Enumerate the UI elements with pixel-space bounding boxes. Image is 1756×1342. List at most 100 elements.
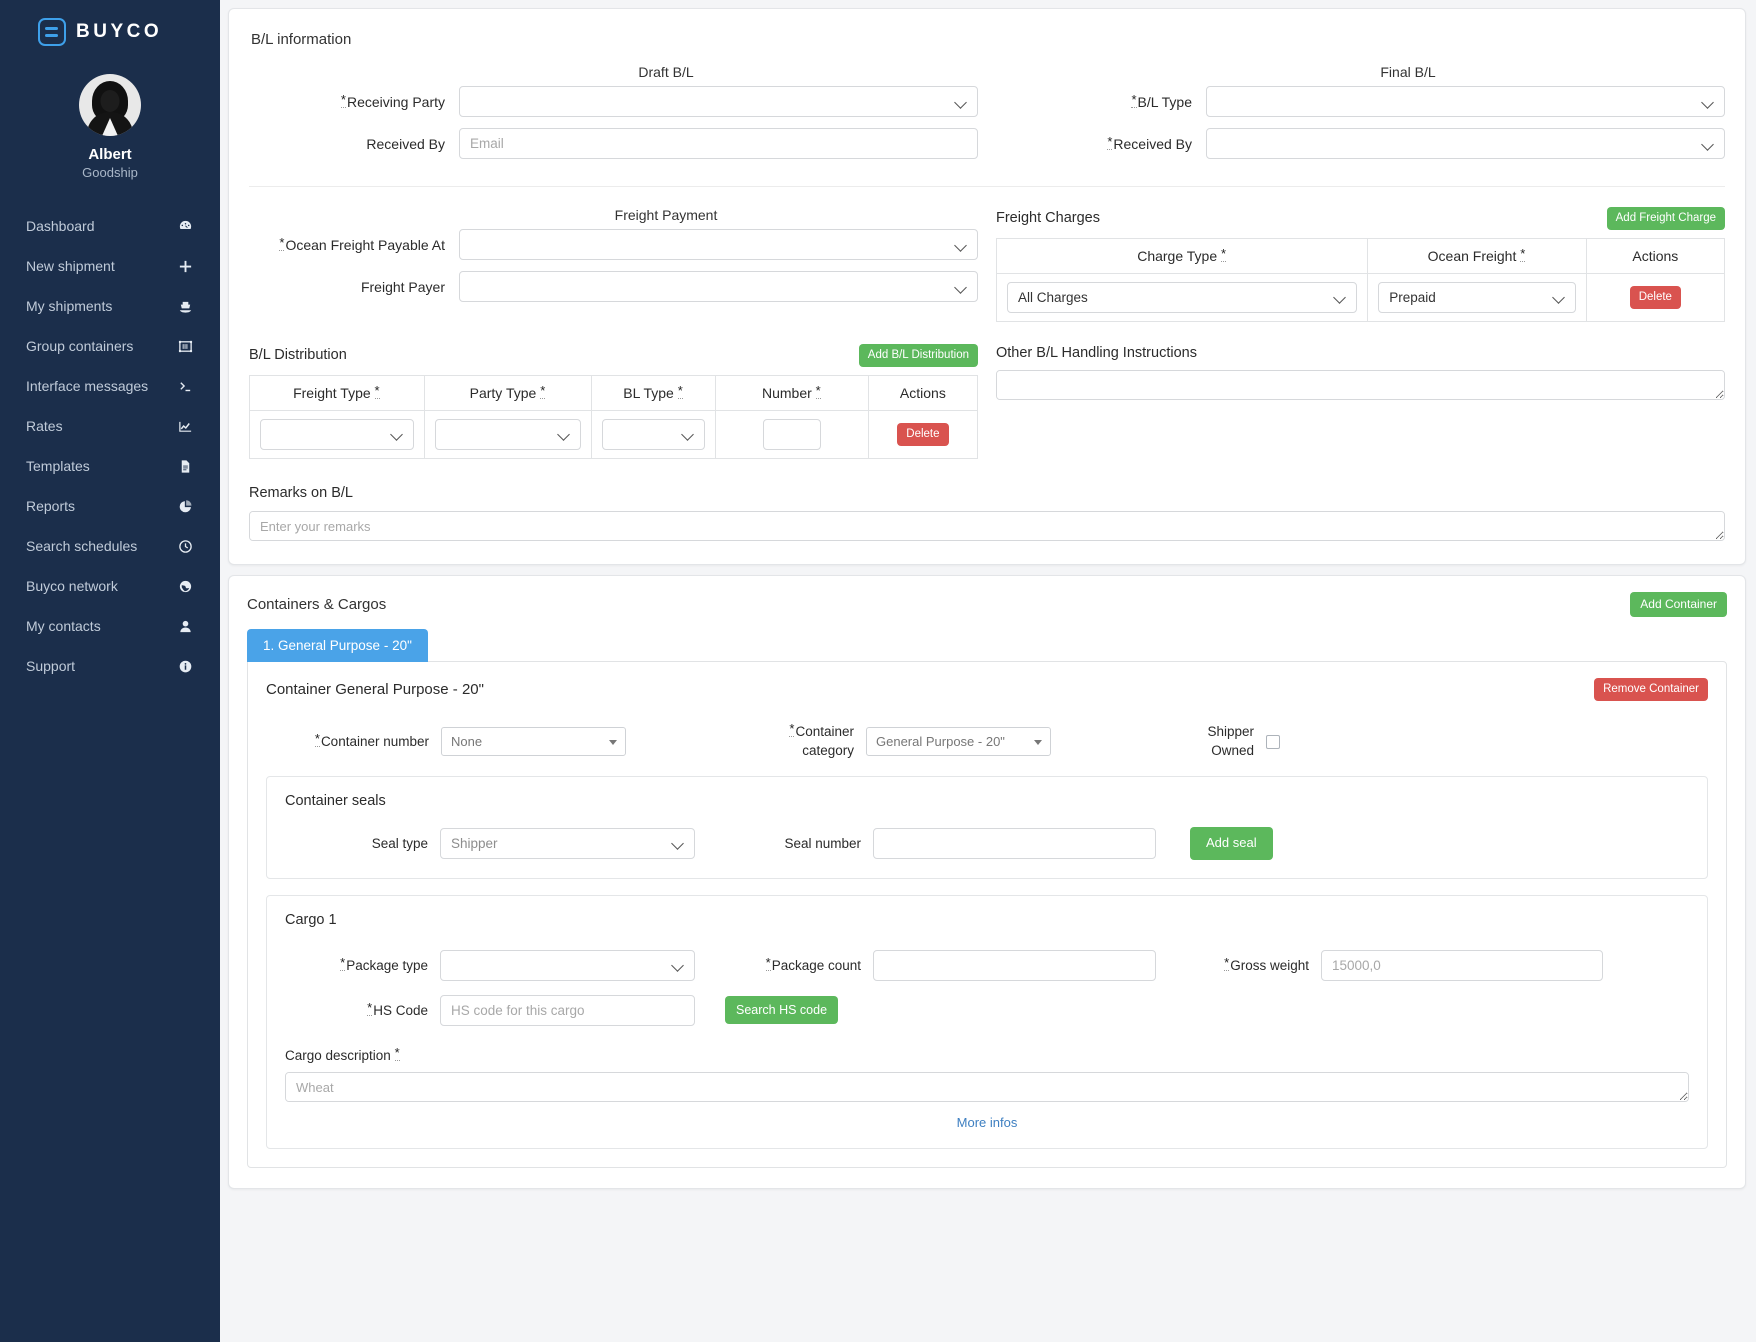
sidebar-item-label: Support [26, 658, 76, 674]
user-org: Goodship [82, 165, 138, 180]
ship-icon [176, 299, 194, 314]
add-bl-distribution-button[interactable]: Add B/L Distribution [858, 343, 978, 367]
ocean-freight-payable-select[interactable] [459, 229, 978, 260]
sidebar-item-support[interactable]: Support [0, 646, 220, 686]
sidebar-item-group-containers[interactable]: Group containers [0, 326, 220, 366]
hs-code-input[interactable] [440, 994, 695, 1026]
sidebar-item-label: Templates [26, 458, 90, 474]
receiving-party-select[interactable] [459, 86, 978, 117]
container-number-select[interactable]: None [441, 727, 626, 757]
tab-container-1[interactable]: 1. General Purpose - 20" [247, 629, 428, 663]
sidebar-item-rates[interactable]: Rates [0, 406, 220, 446]
sidebar-item-label: Rates [26, 418, 63, 434]
user-icon [176, 619, 194, 634]
container-category-select[interactable]: General Purpose - 20" [866, 727, 1051, 757]
document-icon [176, 459, 194, 474]
cell-actions: Delete [1585, 272, 1726, 322]
sidebar-item-new-shipment[interactable]: New shipment [0, 246, 220, 286]
sidebar-item-reports[interactable]: Reports [0, 486, 220, 526]
bl-distribution-table: Freight Type * Party Type * BL Type * Nu… [249, 374, 979, 459]
package-count-group: *Package count [763, 949, 1156, 981]
bl-type-row: *B/L Type [996, 86, 1725, 117]
required-marker: * [1107, 133, 1113, 150]
remarks-textarea[interactable] [249, 510, 1725, 541]
final-bl-column: Final B/L *B/L Type *Received By [996, 48, 1725, 170]
sidebar-item-templates[interactable]: Templates [0, 446, 220, 486]
freight-type-select[interactable] [260, 418, 414, 450]
sidebar-item-label: My shipments [26, 298, 113, 314]
shipper-owned-label: Shipper Owned [1207, 724, 1254, 758]
required-marker: * [1131, 91, 1137, 108]
remove-container-button[interactable]: Remove Container [1594, 678, 1708, 702]
draft-bl-heading: Draft B/L [638, 64, 694, 80]
sidebar-item-label: Search schedules [26, 538, 138, 554]
cargo-description-textarea[interactable] [285, 1071, 1689, 1102]
shipper-owned-checkbox[interactable] [1266, 734, 1280, 749]
required-marker: * [540, 382, 546, 399]
sidebar-item-my-contacts[interactable]: My contacts [0, 606, 220, 646]
cargo-description-group: Cargo description * [285, 1044, 1689, 1105]
other-handling-column: Other B/L Handling Instructions [996, 344, 1725, 459]
freight-charges-table: Charge Type * Ocean Freight * Actions Al… [995, 237, 1726, 322]
add-seal-button[interactable]: Add seal [1190, 826, 1273, 860]
search-hs-code-button[interactable]: Search HS code [725, 996, 839, 1025]
party-type-select[interactable] [434, 418, 582, 450]
sidebar-item-dashboard[interactable]: Dashboard [0, 206, 220, 246]
col-actions: Actions [867, 374, 979, 411]
avatar [79, 74, 141, 136]
app-root: BUYCO Albert Goodship Dashboard New ship… [0, 0, 1756, 1342]
required-marker: * [340, 954, 346, 971]
table-header-row: Freight Type * Party Type * BL Type * Nu… [249, 374, 979, 411]
remarks-section: Remarks on B/L [249, 485, 1725, 544]
container-tabs: 1. General Purpose - 20" [247, 629, 1727, 663]
bl-type-label: *B/L Type [1131, 91, 1192, 110]
required-marker: * [279, 234, 285, 251]
required-marker: * [314, 731, 320, 748]
chart-line-icon [176, 419, 194, 434]
brand-logo[interactable]: BUYCO [0, 0, 220, 46]
freight-payer-select[interactable] [459, 271, 978, 302]
add-container-button[interactable]: Add Container [1630, 591, 1727, 618]
package-type-select[interactable] [440, 949, 695, 981]
freight-payer-label: Freight Payer [360, 278, 445, 295]
col-charge-type: Charge Type * [995, 237, 1369, 274]
package-count-input[interactable] [873, 949, 1156, 981]
sidebar-item-label: Reports [26, 498, 76, 514]
sidebar-nav: Dashboard New shipment My shipments Grou… [0, 206, 220, 686]
sidebar-item-buyco-network[interactable]: Buyco network [0, 566, 220, 606]
package-count-label: *Package count [765, 954, 861, 973]
more-infos-link[interactable]: More infos [285, 1115, 1689, 1130]
sidebar-item-interface-messages[interactable]: Interface messages [0, 366, 220, 406]
cell-party-type [423, 409, 593, 459]
bl-type-distribution-select[interactable] [602, 418, 705, 450]
ocean-freight-select[interactable]: Prepaid [1378, 281, 1576, 313]
seal-number-input[interactable] [873, 827, 1156, 859]
seal-type-select[interactable]: Shipper [440, 827, 695, 859]
clock-icon [176, 539, 194, 554]
sidebar-item-search-schedules[interactable]: Search schedules [0, 526, 220, 566]
add-freight-charge-button[interactable]: Add Freight Charge [1606, 207, 1725, 230]
other-handling-textarea[interactable] [996, 369, 1725, 400]
sidebar-item-label: Interface messages [26, 378, 149, 394]
cell-number [714, 409, 869, 459]
charge-type-select[interactable]: All Charges [1007, 281, 1358, 313]
sidebar-item-my-shipments[interactable]: My shipments [0, 286, 220, 326]
cell-actions: Delete [867, 409, 979, 459]
final-received-by-select[interactable] [1206, 128, 1725, 159]
page-title: B/L information [251, 31, 352, 48]
containers-cargos-title: Containers & Cargos [247, 596, 387, 614]
required-marker: * [1224, 954, 1230, 971]
brand-name: BUYCO [76, 21, 163, 42]
freight-charges-heading: Freight Charges [996, 210, 1100, 227]
sidebar-item-label: Group containers [26, 338, 134, 354]
delete-bl-distribution-button[interactable]: Delete [897, 422, 949, 446]
table-row: Delete [249, 409, 979, 459]
required-marker: * [1520, 245, 1526, 262]
draft-received-by-input[interactable] [459, 128, 978, 159]
distribution-number-input[interactable] [762, 418, 821, 450]
gross-weight-input[interactable] [1321, 949, 1603, 981]
bl-type-select[interactable] [1206, 86, 1725, 117]
draft-received-by-row: Received By [249, 128, 978, 159]
required-marker: * [815, 382, 821, 399]
delete-freight-charge-button[interactable]: Delete [1629, 285, 1681, 309]
